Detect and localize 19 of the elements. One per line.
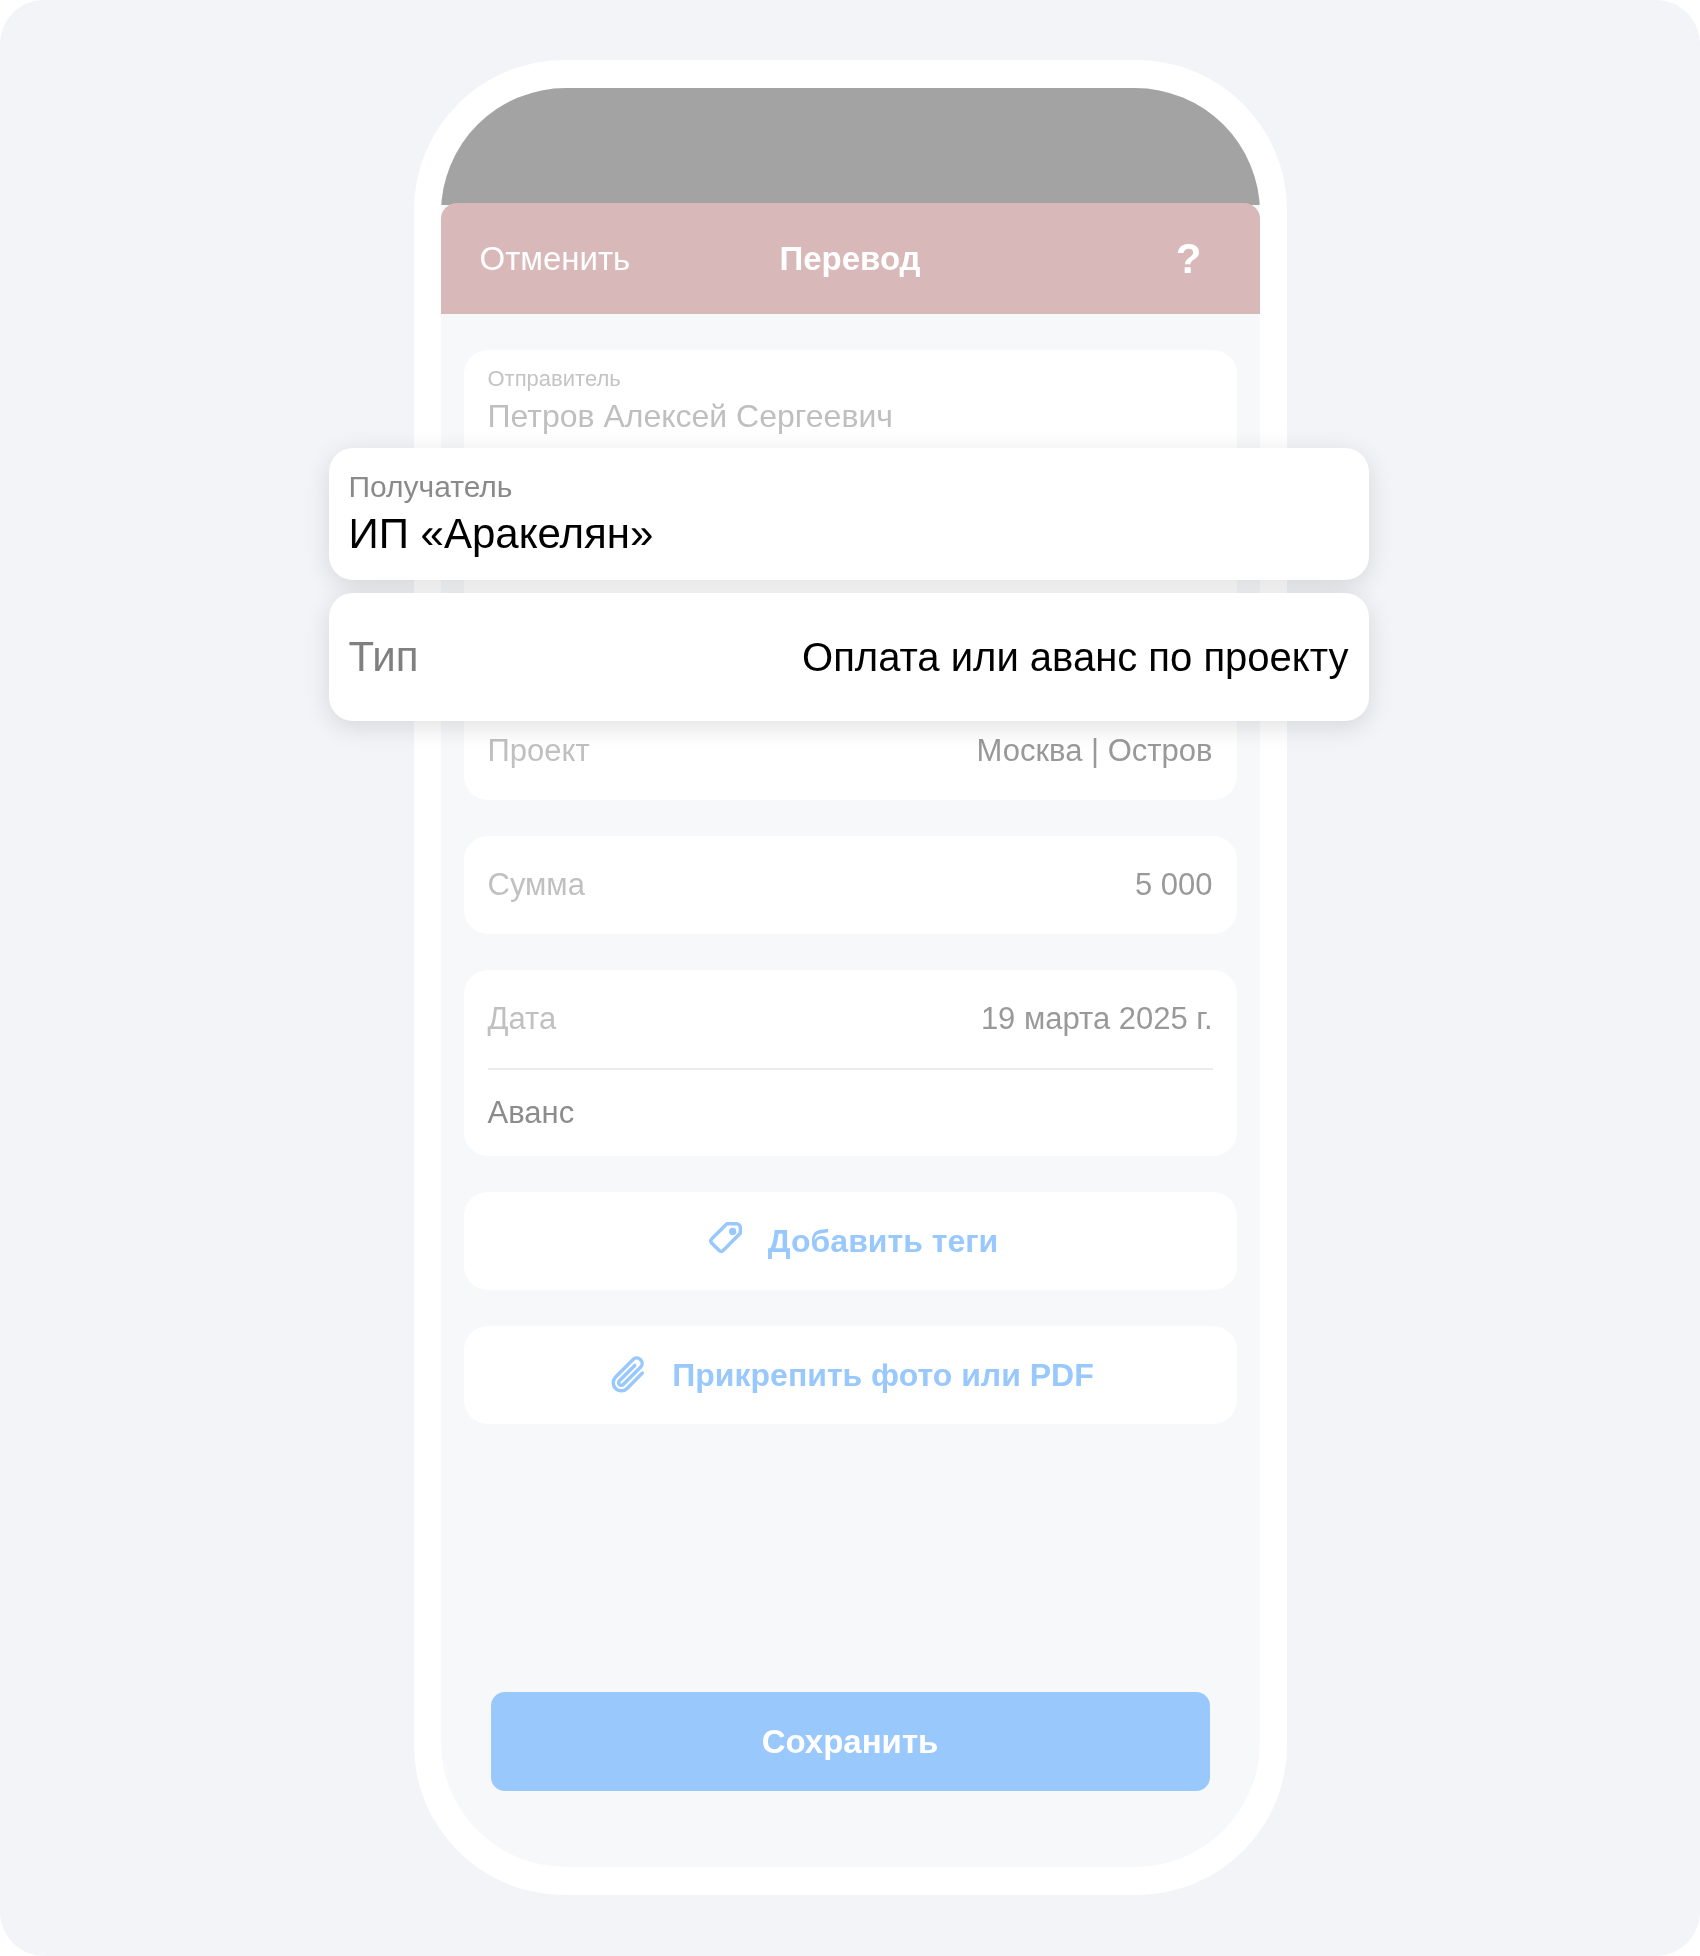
field-label: Дата [487,1001,557,1037]
save-button[interactable]: Сохранить [490,1692,1210,1791]
field-value: Москва | Остров [976,733,1213,769]
attach-file-button[interactable]: Прикрепить фото или PDF [463,1326,1237,1424]
field-label: Проект [487,733,590,769]
screen-title: Перевод [779,239,921,278]
field-value: 19 марта 2025 г. [980,1001,1213,1037]
field-label: Отправитель [487,366,622,392]
help-button[interactable]: ? [1175,234,1202,283]
field-value: 5 000 [1134,867,1213,903]
field-label: Сумма [487,867,585,903]
comment-text: Аванс [487,1095,575,1131]
field-value: Петров Алексей Сергеевич [487,398,894,435]
add-tags-button[interactable]: Добавить теги [463,1192,1237,1290]
field-label: Тип [348,633,419,681]
field-label: Получатель [348,470,514,504]
field-value: Оплата или аванс по проекту [802,634,1349,680]
field-value: ИП «Аракелян» [348,510,655,558]
cancel-button[interactable]: Отменить [479,239,631,278]
